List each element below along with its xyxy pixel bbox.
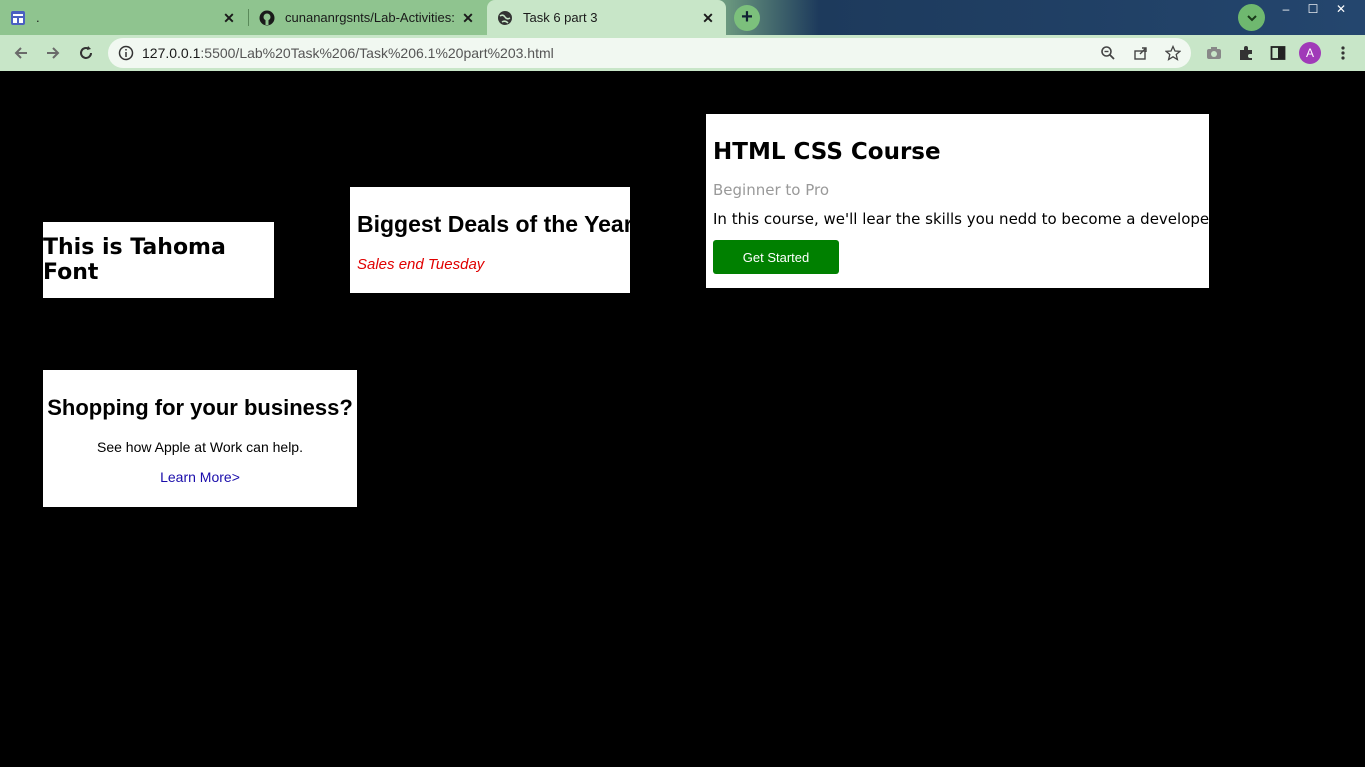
forward-button[interactable] bbox=[40, 40, 66, 66]
extensions-puzzle-icon[interactable] bbox=[1236, 43, 1256, 63]
deals-note: Sales end Tuesday bbox=[357, 256, 485, 273]
info-icon[interactable] bbox=[118, 45, 134, 61]
tab-search-button[interactable] bbox=[1238, 4, 1265, 31]
close-icon[interactable]: ✕ bbox=[460, 10, 476, 26]
chevron-down-icon bbox=[1246, 14, 1257, 21]
arrow-right-icon bbox=[47, 47, 60, 59]
deals-heading: Biggest Deals of the Year! bbox=[357, 211, 641, 237]
new-tab-button[interactable]: + bbox=[734, 5, 760, 31]
get-started-button[interactable]: Get Started bbox=[713, 240, 839, 274]
page-content: This is Tahoma Font Biggest Deals of the… bbox=[0, 71, 1365, 767]
close-icon[interactable]: ✕ bbox=[221, 10, 237, 26]
tab-1-title: . bbox=[36, 10, 40, 25]
tahoma-heading: This is Tahoma Font bbox=[43, 235, 226, 285]
reload-icon bbox=[80, 46, 92, 59]
course-card: HTML CSS Course Beginner to Pro In this … bbox=[706, 114, 1219, 288]
learn-more-link[interactable]: Learn More> bbox=[160, 469, 240, 485]
maximize-button[interactable]: ☐ bbox=[1298, 2, 1328, 18]
kebab-menu-icon[interactable] bbox=[1333, 43, 1353, 63]
browser-toolbar: 127.0.0.1:5500/Lab%20Task%206/Task%206.1… bbox=[0, 35, 1365, 71]
course-description: In this course, we'll lear the skills yo… bbox=[713, 210, 1219, 228]
github-icon bbox=[259, 10, 275, 26]
reload-button[interactable] bbox=[73, 40, 99, 66]
tab-3-active[interactable]: Task 6 part 3 ✕ bbox=[487, 0, 726, 35]
bookmark-star-icon[interactable] bbox=[1164, 44, 1182, 62]
globe-icon bbox=[497, 10, 513, 26]
tab-strip: . ✕ cunananrgsnts/Lab-Activities: ✕ Task… bbox=[0, 0, 1365, 35]
minimize-button[interactable]: – bbox=[1271, 2, 1301, 18]
camera-icon[interactable] bbox=[1204, 43, 1224, 63]
shop-card: Shopping for your business? See how Appl… bbox=[43, 370, 357, 507]
url-host: 127.0.0.1 bbox=[142, 45, 201, 61]
tab-2-title: cunananrgsnts/Lab-Activities: bbox=[285, 10, 455, 25]
avatar[interactable]: A bbox=[1299, 42, 1321, 64]
shop-text: See how Apple at Work can help. bbox=[97, 439, 303, 455]
shop-heading: Shopping for your business? bbox=[47, 395, 353, 420]
deals-card: Biggest Deals of the Year! Sales end Tue… bbox=[350, 187, 641, 293]
window-close-button[interactable]: ✕ bbox=[1326, 2, 1356, 18]
course-subtitle: Beginner to Pro bbox=[713, 181, 830, 199]
zoom-icon[interactable] bbox=[1099, 44, 1117, 62]
side-panel-icon[interactable] bbox=[1268, 43, 1288, 63]
tab-1[interactable]: . ✕ bbox=[0, 0, 247, 35]
address-url[interactable]: 127.0.0.1:5500/Lab%20Task%206/Task%206.1… bbox=[142, 45, 554, 61]
tab-2[interactable]: cunananrgsnts/Lab-Activities: ✕ bbox=[249, 0, 486, 35]
course-heading: HTML CSS Course bbox=[713, 139, 941, 165]
tab-3-title: Task 6 part 3 bbox=[523, 10, 598, 25]
calendar-icon bbox=[10, 10, 26, 26]
arrow-left-icon bbox=[14, 47, 27, 59]
url-path: :5500/Lab%20Task%206/Task%206.1%20part%2… bbox=[200, 45, 554, 61]
back-button[interactable] bbox=[8, 40, 34, 66]
share-icon[interactable] bbox=[1132, 44, 1150, 62]
close-icon[interactable]: ✕ bbox=[700, 10, 716, 26]
tahoma-card: This is Tahoma Font bbox=[43, 222, 274, 298]
address-bar[interactable]: 127.0.0.1:5500/Lab%20Task%206/Task%206.1… bbox=[108, 38, 1191, 68]
